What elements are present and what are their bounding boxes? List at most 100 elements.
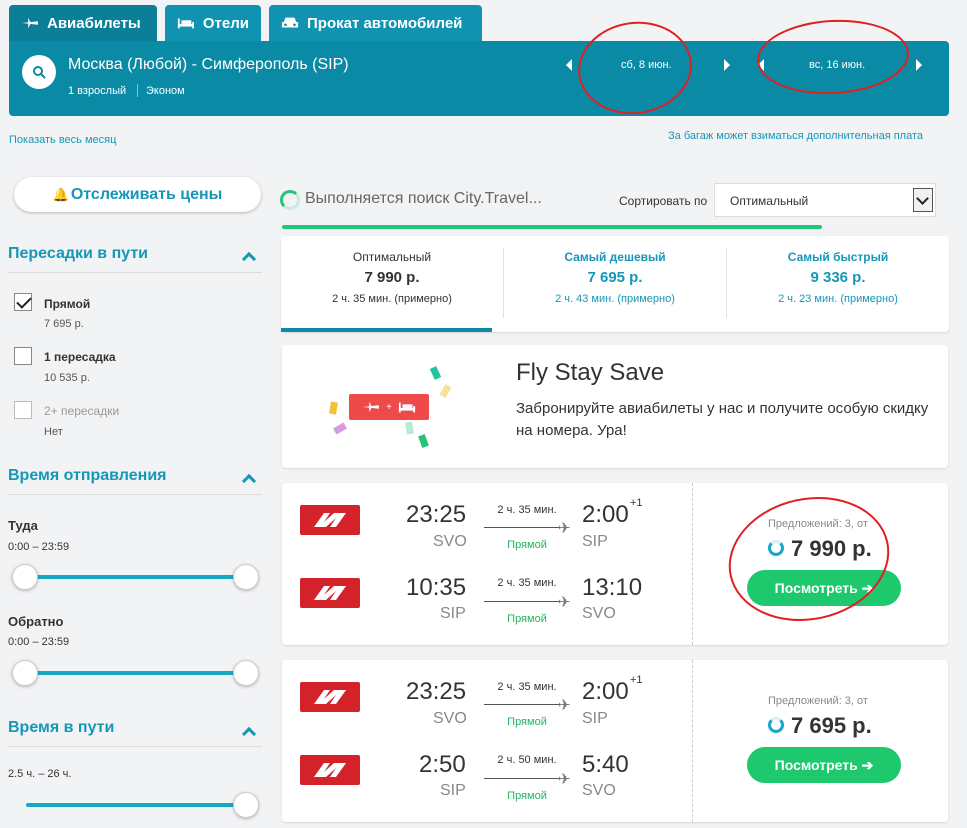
arrival-code: SIP: [582, 710, 608, 727]
stops-filter-title[interactable]: Пересадки в пути: [8, 245, 148, 263]
promo-banner[interactable]: + Fly Stay Save Забронируйте авиабилеты …: [282, 345, 948, 468]
flight-duration: 2 ч. 50 мин.: [497, 754, 557, 766]
sort-label: Сортировать по: [619, 194, 708, 208]
flight-result-card[interactable]: 23:25 SVO 2 ч. 35 мин. ✈ Прямой 2:00 +1 …: [282, 660, 948, 822]
arrival-code: SVO: [582, 605, 616, 622]
departure-back-max-handle[interactable]: [233, 660, 259, 686]
departure-filter-title[interactable]: Время отправления: [8, 467, 167, 485]
departure-code: SIP: [440, 782, 466, 799]
departure-time: 23:25: [406, 501, 467, 528]
chevron-down-icon[interactable]: [913, 188, 933, 212]
departure-out-max-handle[interactable]: [233, 564, 259, 590]
route-text[interactable]: Москва (Любой) - Симферополь (SIP): [68, 56, 349, 74]
divider: [8, 746, 262, 747]
tab-hotels[interactable]: Отели: [165, 5, 261, 41]
stops-one-label[interactable]: 1 пересадка: [44, 350, 116, 364]
stops-one-price: 10 535 р.: [44, 372, 90, 384]
stops-two-plus-checkbox[interactable]: [14, 401, 32, 419]
search-progress-bar: [282, 225, 822, 229]
plane-icon: [22, 17, 38, 29]
sort-tab-cheapest[interactable]: Самый дешевый 7 695 р. 2 ч. 43 мин. (при…: [504, 236, 726, 332]
promo-title: Fly Stay Save: [516, 359, 665, 386]
stops-two-plus-label[interactable]: 2+ пересадки: [44, 404, 119, 418]
departure-time: 2:50: [419, 751, 466, 778]
confetti-icon: [333, 422, 347, 435]
passengers-text[interactable]: 1 взрослый: [68, 85, 126, 97]
plane-icon: ✈: [558, 697, 571, 714]
divider: [8, 494, 262, 495]
search-button[interactable]: [22, 55, 56, 89]
stops-one-checkbox[interactable]: [14, 347, 32, 365]
airline-logo-icon: [300, 682, 360, 712]
sort-tab-duration: 2 ч. 35 мин. (примерно): [332, 293, 452, 305]
airline-logo-icon: [300, 578, 360, 608]
divider: [8, 272, 262, 273]
next-day-badge: +1: [630, 674, 643, 686]
chevron-up-icon[interactable]: [241, 251, 257, 267]
departure-back-slider[interactable]: [26, 671, 246, 675]
loading-spinner-icon: [280, 190, 300, 210]
departure-back-range: 0:00 – 23:59: [8, 636, 70, 648]
sort-tab-fastest[interactable]: Самый быстрый 9 336 р. 2 ч. 23 мин. (при…: [727, 236, 949, 332]
flight-line: [484, 601, 560, 602]
searching-status: Выполняется поиск City.Travel...: [305, 190, 542, 207]
stops-direct-checkbox[interactable]: [14, 293, 32, 311]
arrival-code: SVO: [582, 782, 616, 799]
airline-logo-icon: [300, 505, 360, 535]
flight-duration: 2 ч. 35 мин.: [497, 577, 557, 589]
departure-time: 23:25: [406, 678, 467, 705]
chevron-up-icon[interactable]: [241, 473, 257, 489]
class-text[interactable]: Эконом: [146, 85, 185, 97]
card-divider: [692, 483, 693, 645]
baggage-note-link[interactable]: За багаж может взиматься дополнительная …: [668, 130, 923, 142]
track-prices-button[interactable]: 🔔 Отслеживать цены: [14, 177, 261, 212]
arrival-time: 2:00: [582, 678, 629, 705]
flight-duration: 2 ч. 35 мин.: [497, 681, 557, 693]
search-icon: [33, 66, 46, 79]
confetti-icon: [418, 434, 429, 448]
duration-slider[interactable]: [26, 803, 246, 807]
arrival-time: 2:00: [582, 501, 629, 528]
tab-car-rental-label: Прокат автомобилей: [307, 14, 463, 32]
sort-tab-price: 7 990 р.: [364, 269, 420, 286]
departure-out-range: 0:00 – 23:59: [8, 541, 70, 553]
departure-time: 10:35: [406, 574, 467, 601]
departure-back-min-handle[interactable]: [12, 660, 38, 686]
duration-max-handle[interactable]: [233, 792, 259, 818]
tab-car-rental[interactable]: Прокат автомобилей: [269, 5, 482, 41]
arrival-time: 5:40: [582, 751, 629, 778]
chevron-up-icon[interactable]: [241, 726, 257, 742]
confetti-icon: [405, 421, 414, 435]
car-icon: [281, 17, 299, 28]
departure-out-min-handle[interactable]: [12, 564, 38, 590]
stops-text: Прямой: [507, 613, 547, 625]
sort-select-value: Оптимальный: [730, 194, 809, 208]
divider: [137, 84, 138, 97]
departure-back-label: Обратно: [8, 614, 64, 629]
next-date-back-icon[interactable]: [916, 59, 922, 71]
next-date-out-icon[interactable]: [724, 59, 730, 71]
offers-count: Предложений: 3, от: [768, 695, 868, 707]
stops-text: Прямой: [507, 716, 547, 728]
sort-select[interactable]: Оптимальный: [714, 183, 936, 217]
tab-flights-label: Авиабилеты: [47, 14, 141, 32]
flight-line: [484, 704, 560, 705]
show-whole-month-link[interactable]: Показать весь месяц: [9, 134, 116, 146]
sort-tab-optimal[interactable]: Оптимальный 7 990 р. 2 ч. 35 мин. (приме…: [281, 236, 503, 332]
price-loading-icon: [768, 717, 784, 733]
plane-icon: ✈: [558, 594, 571, 611]
next-day-badge: +1: [630, 497, 643, 509]
departure-code: SIP: [440, 605, 466, 622]
view-offer-button[interactable]: Посмотреть ➔: [747, 747, 901, 783]
price: 7 695 р.: [791, 713, 872, 738]
tab-flights[interactable]: Авиабилеты: [9, 5, 157, 41]
arrival-time: 13:10: [582, 574, 643, 601]
stops-direct-label[interactable]: Прямой: [44, 297, 90, 311]
stops-two-plus-price: Нет: [44, 426, 63, 438]
duration-filter-title[interactable]: Время в пути: [8, 719, 114, 737]
bed-icon: [177, 18, 194, 29]
flight-line: [484, 527, 560, 528]
departure-out-slider[interactable]: [26, 575, 246, 579]
arrival-code: SIP: [582, 533, 608, 550]
prev-date-out-icon[interactable]: [566, 59, 572, 71]
